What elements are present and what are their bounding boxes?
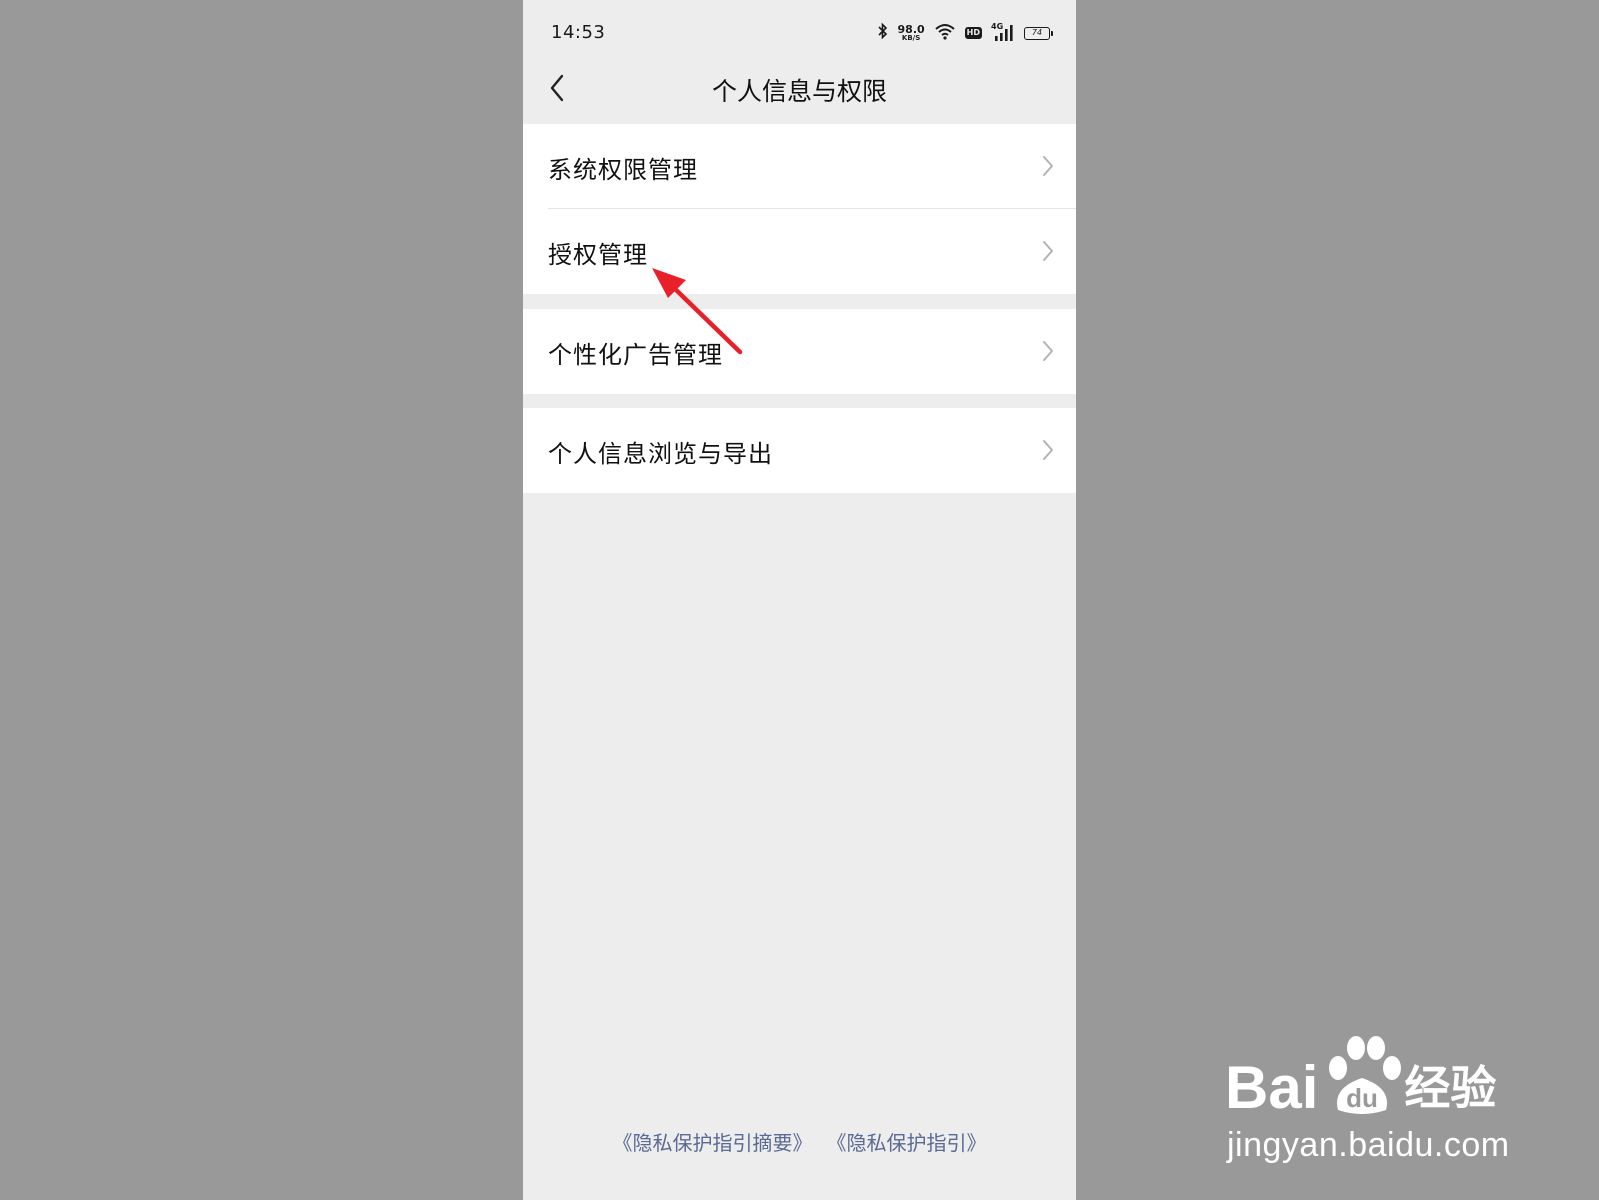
menu-item-label: 授权管理: [548, 241, 648, 269]
signal-icon: 4G: [991, 22, 1015, 42]
paw-icon: du: [1318, 1028, 1404, 1118]
menu-item-personalized-ads[interactable]: 个性化广告管理: [523, 309, 1076, 394]
wifi-icon: [934, 22, 956, 44]
watermark-url: jingyan.baidu.com: [1227, 1126, 1510, 1164]
menu-item-info-browse-export[interactable]: 个人信息浏览与导出: [523, 408, 1076, 493]
menu-item-label: 个人信息浏览与导出: [548, 440, 773, 468]
status-icons: 98.0 KB/S HD 4G 74: [877, 22, 1053, 44]
net-speed: 98.0 KB/S: [898, 24, 925, 42]
privacy-guide-link[interactable]: 《隐私保护指引》: [827, 1131, 987, 1155]
nav-bar: 个人信息与权限: [523, 62, 1076, 120]
menu-item-label: 个性化广告管理: [548, 341, 723, 369]
hd-icon: HD: [964, 27, 982, 39]
net-speed-unit: KB/S: [901, 34, 921, 42]
menu-item-label: 系统权限管理: [548, 156, 698, 184]
baidu-jingyan-watermark: Bai du 经验 jingyan.baidu.com: [1225, 1028, 1525, 1168]
menu-group-export: 个人信息浏览与导出: [523, 408, 1076, 493]
phone-screen: 14:53 98.0 KB/S HD 4G 74 个人信息与权限 系统权限管理 …: [523, 0, 1076, 1200]
chevron-right-icon: [1040, 239, 1056, 263]
footer-links: 《隐私保护指引摘要》 《隐私保护指引》: [523, 1127, 1076, 1156]
menu-group-ads: 个性化广告管理: [523, 309, 1076, 394]
status-time: 14:53: [551, 22, 606, 43]
battery-level: 74: [1031, 28, 1043, 37]
chevron-right-icon: [1040, 339, 1056, 363]
status-bar: 14:53 98.0 KB/S HD 4G 74: [523, 0, 1076, 68]
watermark-brand-right: 经验: [1404, 1061, 1497, 1115]
menu-item-system-permissions[interactable]: 系统权限管理: [523, 124, 1076, 209]
page-title: 个人信息与权限: [711, 77, 887, 106]
chevron-right-icon: [1040, 154, 1056, 178]
privacy-summary-link[interactable]: 《隐私保护指引摘要》: [613, 1131, 813, 1155]
battery-icon: 74: [1024, 26, 1053, 40]
menu-group-permissions: 系统权限管理 授权管理: [523, 124, 1076, 294]
svg-text:du: du: [1346, 1083, 1378, 1113]
watermark-brand-left: Bai: [1225, 1054, 1319, 1121]
watermark-logo: Bai du 经验: [1225, 1028, 1496, 1118]
bluetooth-icon: [877, 22, 889, 44]
chevron-right-icon: [1040, 438, 1056, 462]
menu-item-authorization[interactable]: 授权管理: [523, 209, 1076, 294]
